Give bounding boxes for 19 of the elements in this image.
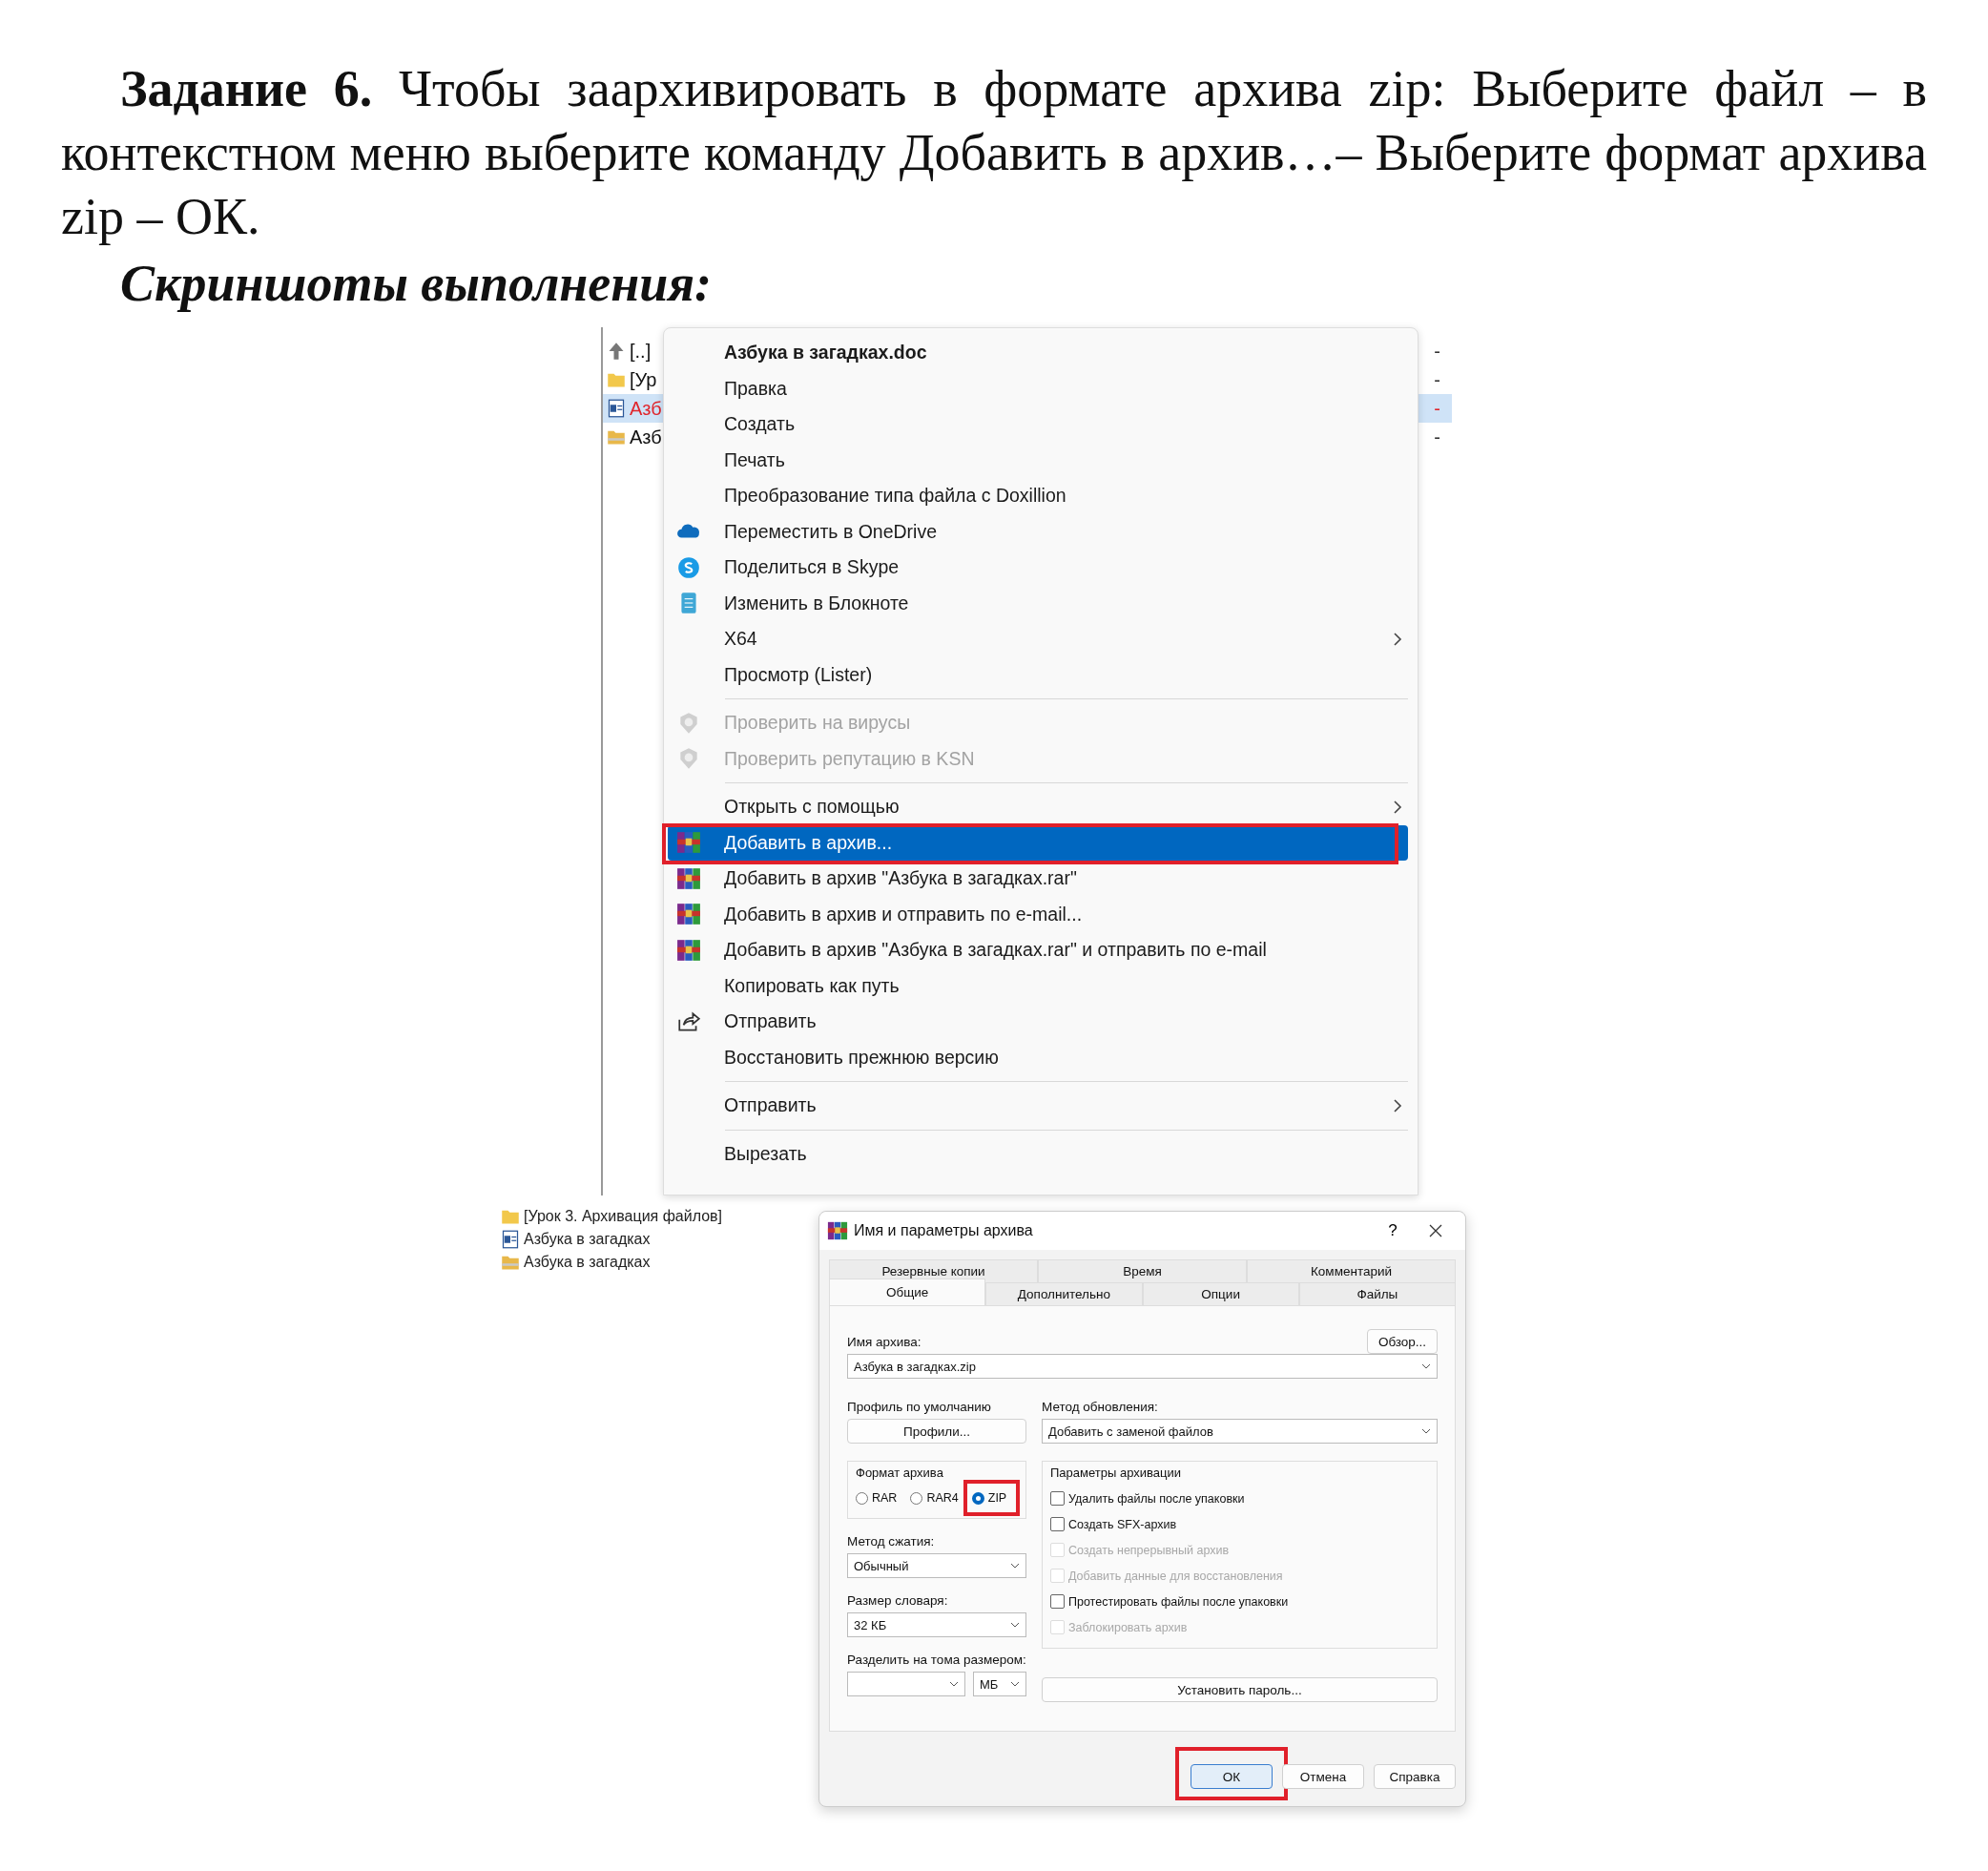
file-name: [..] xyxy=(630,340,652,363)
subtitle: Скриншоты выполнения: xyxy=(119,254,714,314)
file-column-text: - xyxy=(1434,340,1440,363)
file-column-text: - xyxy=(1434,368,1440,391)
field-label: Метод сжатия: xyxy=(847,1534,936,1549)
field-label: Метод обновления: xyxy=(1042,1400,1159,1414)
file-column-text: - xyxy=(1434,397,1440,420)
file-name: Азб xyxy=(630,426,662,448)
field-label: Размер словаря: xyxy=(847,1593,949,1608)
task-text: Задание 6. Чтобы заархивировать в формате архива zip: Выберите файл – в контекстном меню выберите команду Добавить в архив…– Выберите формат архива zip – ОК. xyxy=(61,59,1927,247)
field-label: Разделить на тома размером: xyxy=(847,1653,1026,1667)
field-label: Профиль по умолчанию xyxy=(847,1400,992,1414)
group-label: Параметры архивации xyxy=(1050,1466,1182,1480)
window-title: Имя и параметры архива xyxy=(854,1222,1033,1239)
file-name: Азб xyxy=(630,397,662,420)
group-label: Формат архива xyxy=(856,1466,944,1480)
file-column-text: - xyxy=(1434,426,1440,448)
field-label: Имя архива: xyxy=(847,1335,922,1349)
file-name: [Ур xyxy=(630,368,657,391)
